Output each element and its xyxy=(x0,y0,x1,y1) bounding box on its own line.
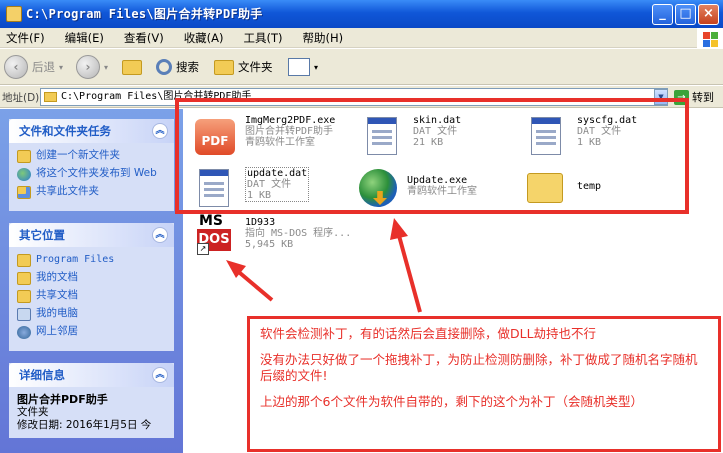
arrow-to-box xyxy=(396,231,422,313)
annotation-line-2: 没有办法只好做了一个拖拽补丁，为防止检测防删除，补丁做成了随机名字随机后缀的文件… xyxy=(260,352,698,383)
annotation-line-3: 上边的那个6个文件为软件自带的，剩下的这个为补丁（会随机类型） xyxy=(260,394,643,409)
arrow-head xyxy=(390,218,408,240)
annotation-line-1: 软件会检测补丁，有的话然后会直接删除，做DLL劫持也不行 xyxy=(260,326,597,341)
annotation-note: 软件会检测补丁，有的话然后会直接删除，做DLL劫持也不行 没有办法只好做了一个拖… xyxy=(247,316,721,452)
